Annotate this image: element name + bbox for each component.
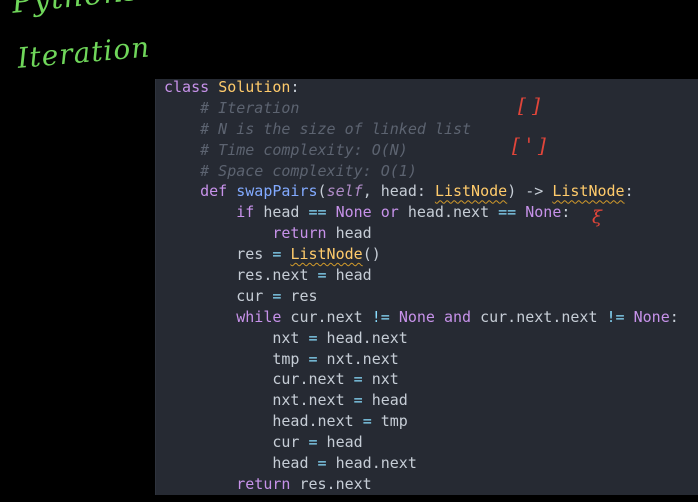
code-text: nxt.next	[317, 349, 399, 368]
code-text: nxt.next	[272, 391, 354, 410]
comment: # Time complexity: O(N)	[200, 140, 408, 159]
code-line: # Space complexity: O(1)	[164, 161, 679, 182]
handwritten-scribble: ξ	[592, 207, 602, 228]
code-text: head.next	[326, 454, 417, 473]
operator: =	[317, 266, 327, 285]
code-text: nxt	[272, 328, 309, 347]
keyword: def	[200, 182, 228, 201]
comment: # Space complexity: O(1)	[200, 161, 417, 180]
code-text: cur.next	[281, 307, 372, 326]
operator: =	[362, 412, 372, 431]
code-text: head	[272, 454, 318, 473]
constant: None	[525, 203, 562, 222]
code-line: nxt.next = head	[164, 390, 679, 411]
code-text: ) ->	[507, 182, 553, 201]
code-line: head = head.next	[164, 453, 679, 474]
keyword: return	[272, 224, 327, 243]
code-text: res	[236, 245, 273, 264]
code-text: nxt	[362, 370, 399, 389]
code-line: cur.next = nxt	[164, 369, 679, 390]
code-text: res.next	[236, 266, 318, 285]
code-line: res = ListNode()	[164, 244, 679, 265]
operator: ==	[498, 203, 517, 222]
code-line: def swapPairs(self, head: ListNode) -> L…	[164, 181, 679, 202]
code-text: head.next	[272, 412, 363, 431]
code-text: head	[362, 391, 408, 410]
self-param: self	[326, 182, 363, 201]
class-name: Solution	[218, 79, 291, 96]
keyword: return	[236, 474, 291, 493]
operator: =	[272, 245, 282, 264]
code-line: cur = res	[164, 286, 679, 307]
operator: !=	[606, 307, 625, 326]
constant: None	[335, 203, 372, 222]
handwritten-iteration-note: Iteration	[16, 30, 152, 75]
code-text: head	[326, 266, 372, 285]
code-text: :	[290, 79, 300, 96]
operator: =	[308, 328, 318, 347]
code-text: tmp	[371, 412, 408, 431]
type-hint: ListNode	[434, 182, 508, 201]
constant: None	[633, 307, 670, 326]
code-text: :	[561, 203, 571, 222]
code-block: class Solution: # Iteration # N is the s…	[164, 79, 679, 495]
class-name: ListNode	[290, 245, 363, 264]
code-text: ()	[362, 245, 381, 264]
constant: None	[398, 307, 435, 326]
code-text: head.next	[398, 203, 499, 222]
code-text: cur	[236, 286, 273, 305]
code-text: res.next	[290, 474, 372, 493]
code-text: , head:	[362, 182, 435, 201]
code-text: :	[624, 182, 634, 201]
handwritten-list-mark: [ ]	[518, 93, 540, 117]
code-text: :	[669, 307, 679, 326]
operator: !=	[371, 307, 390, 326]
code-line: # Iteration	[164, 98, 679, 119]
handwritten-title: Pythons	[10, 0, 141, 21]
code-line: cur = head	[164, 432, 679, 453]
code-editor[interactable]: class Solution: # Iteration # N is the s…	[155, 79, 698, 495]
keyword: if	[236, 203, 255, 222]
type-hint: ListNode	[552, 182, 625, 201]
code-text: (	[317, 182, 327, 201]
operator: =	[317, 454, 327, 473]
code-line: # Time complexity: O(N)	[164, 140, 679, 161]
code-text: cur	[272, 433, 309, 452]
keyword: and	[443, 307, 472, 326]
operator: =	[308, 349, 318, 368]
code-text: tmp	[272, 349, 309, 368]
keyword: or	[380, 203, 399, 222]
keyword: while	[236, 307, 282, 326]
comment: # N is the size of linked list	[200, 119, 472, 138]
comment: # Iteration	[200, 98, 300, 117]
code-text: head	[317, 433, 363, 452]
handwritten-list-mark: [ ' ]	[512, 133, 546, 157]
code-line: head.next = tmp	[164, 411, 679, 432]
code-text: head	[326, 224, 372, 243]
code-line: res.next = head	[164, 265, 679, 286]
keyword: class	[164, 79, 210, 96]
operator: ==	[308, 203, 327, 222]
function-name: swapPairs	[236, 182, 318, 201]
code-line: nxt = head.next	[164, 328, 679, 349]
code-text: cur.next.next	[471, 307, 607, 326]
code-line: return res.next	[164, 474, 679, 495]
code-text: head.next	[317, 328, 408, 347]
operator: =	[353, 370, 363, 389]
code-line: # N is the size of linked list	[164, 119, 679, 140]
code-text: res	[281, 286, 318, 305]
code-text: cur.next	[272, 370, 354, 389]
code-line: tmp = nxt.next	[164, 349, 679, 370]
operator: =	[308, 433, 318, 452]
code-text: head	[254, 203, 309, 222]
operator: =	[353, 391, 363, 410]
code-line: while cur.next != None and cur.next.next…	[164, 307, 679, 328]
code-line: class Solution:	[164, 79, 679, 98]
